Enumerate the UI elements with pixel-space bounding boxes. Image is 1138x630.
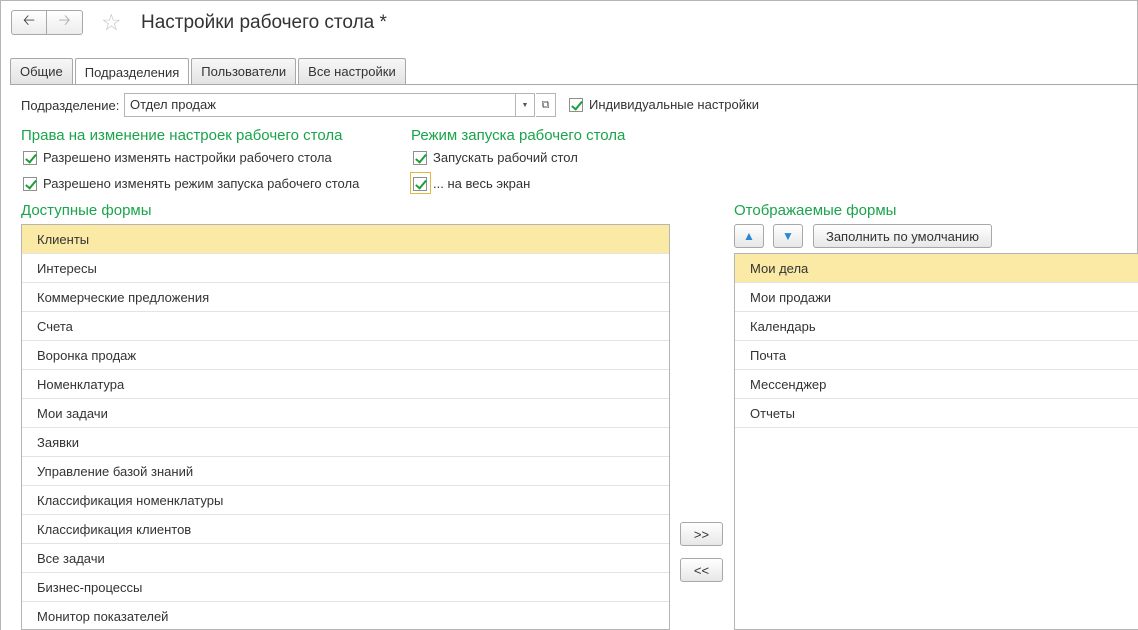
list-item[interactable]: Счета bbox=[22, 312, 669, 341]
fill-default-button[interactable]: Заполнить по умолчанию bbox=[813, 224, 992, 248]
arrow-down-icon: ▼ bbox=[782, 229, 794, 243]
change-mode-label: Разрешено изменять режим запуска рабочег… bbox=[43, 176, 360, 191]
tab-all-settings[interactable]: Все настройки bbox=[298, 58, 406, 84]
star-icon[interactable]: ☆ bbox=[101, 9, 122, 35]
list-item[interactable]: Номенклатура bbox=[22, 370, 669, 399]
list-item[interactable]: Классификация клиентов bbox=[22, 515, 669, 544]
list-item[interactable]: Все задачи bbox=[22, 544, 669, 573]
tab-divider bbox=[10, 84, 1138, 85]
tab-users[interactable]: Пользователи bbox=[191, 58, 297, 84]
change-settings-checkbox[interactable]: Разрешено изменять настройки рабочего ст… bbox=[23, 150, 332, 165]
list-item[interactable]: Коммерческие предложения bbox=[22, 283, 669, 312]
launch-desktop-label: Запускать рабочий стол bbox=[433, 150, 578, 165]
tab-bar: Общие Подразделения Пользователи Все нас… bbox=[10, 58, 408, 85]
individual-settings-label: Индивидуальные настройки bbox=[589, 97, 759, 112]
list-item[interactable]: Мои продажи bbox=[735, 283, 1138, 312]
move-up-button[interactable]: ▲ bbox=[734, 224, 764, 248]
checkbox-checked-icon bbox=[413, 176, 427, 191]
launch-desktop-checkbox[interactable]: Запускать рабочий стол bbox=[413, 150, 578, 165]
list-item[interactable]: Бизнес-процессы bbox=[22, 573, 669, 602]
checkbox-checked-icon bbox=[569, 97, 583, 112]
list-item[interactable]: Управление базой знаний bbox=[22, 457, 669, 486]
list-item[interactable]: Мессенджер bbox=[735, 370, 1138, 399]
dropdown-button[interactable]: ▼ bbox=[516, 93, 535, 117]
list-item[interactable]: Классификация номенклатуры bbox=[22, 486, 669, 515]
change-settings-label: Разрешено изменять настройки рабочего ст… bbox=[43, 150, 332, 165]
tab-subdivisions[interactable]: Подразделения bbox=[74, 58, 190, 85]
checkbox-checked-icon bbox=[23, 150, 37, 165]
subdivision-field[interactable]: Отдел продаж bbox=[124, 93, 516, 117]
displayed-forms-list[interactable]: Мои дела Мои продажи Календарь Почта Мес… bbox=[734, 253, 1138, 630]
change-mode-checkbox[interactable]: Разрешено изменять режим запуска рабочег… bbox=[23, 176, 359, 191]
subdivision-label: Подразделение: bbox=[21, 98, 120, 113]
open-button[interactable]: ⧉ bbox=[536, 93, 556, 117]
move-down-button[interactable]: ▼ bbox=[773, 224, 803, 248]
launch-section-title: Режим запуска рабочего стола bbox=[411, 127, 626, 144]
forward-button[interactable]: 🡢 bbox=[47, 11, 82, 34]
fullscreen-checkbox[interactable]: ... на весь экран bbox=[413, 176, 530, 191]
list-item[interactable]: Отчеты bbox=[735, 399, 1138, 428]
list-item[interactable]: Мои задачи bbox=[22, 399, 669, 428]
list-item[interactable]: Почта bbox=[735, 341, 1138, 370]
arrow-right-icon: 🡢 bbox=[58, 12, 71, 29]
tab-general[interactable]: Общие bbox=[10, 58, 73, 84]
list-item[interactable]: Мои дела bbox=[735, 254, 1138, 283]
open-window-icon: ⧉ bbox=[541, 98, 550, 111]
page-title: Настройки рабочего стола * bbox=[141, 12, 387, 33]
arrow-up-icon: ▲ bbox=[743, 229, 755, 243]
displayed-forms-title: Отображаемые формы bbox=[734, 202, 897, 219]
add-form-button[interactable]: >> bbox=[680, 522, 723, 546]
list-item[interactable]: Интересы bbox=[22, 254, 669, 283]
list-item[interactable]: Календарь bbox=[735, 312, 1138, 341]
navigation-group: 🡠 🡢 bbox=[11, 10, 83, 35]
list-item[interactable]: Монитор показателей bbox=[22, 602, 669, 629]
available-forms-list[interactable]: Клиенты Интересы Коммерческие предложени… bbox=[21, 224, 670, 630]
individual-settings-checkbox[interactable]: Индивидуальные настройки bbox=[569, 97, 759, 112]
available-forms-title: Доступные формы bbox=[21, 202, 152, 219]
list-item[interactable]: Клиенты bbox=[22, 225, 669, 254]
checkbox-checked-icon bbox=[413, 150, 427, 165]
remove-form-button[interactable]: << bbox=[680, 558, 723, 582]
rights-section-title: Права на изменение настроек рабочего сто… bbox=[21, 127, 343, 144]
arrow-left-icon: 🡠 bbox=[22, 12, 36, 29]
checkbox-checked-icon bbox=[23, 176, 37, 191]
fullscreen-label: ... на весь экран bbox=[433, 176, 531, 191]
chevron-down-icon: ▼ bbox=[521, 101, 529, 109]
back-button[interactable]: 🡠 bbox=[12, 11, 48, 34]
list-item[interactable]: Заявки bbox=[22, 428, 669, 457]
list-item[interactable]: Воронка продаж bbox=[22, 341, 669, 370]
